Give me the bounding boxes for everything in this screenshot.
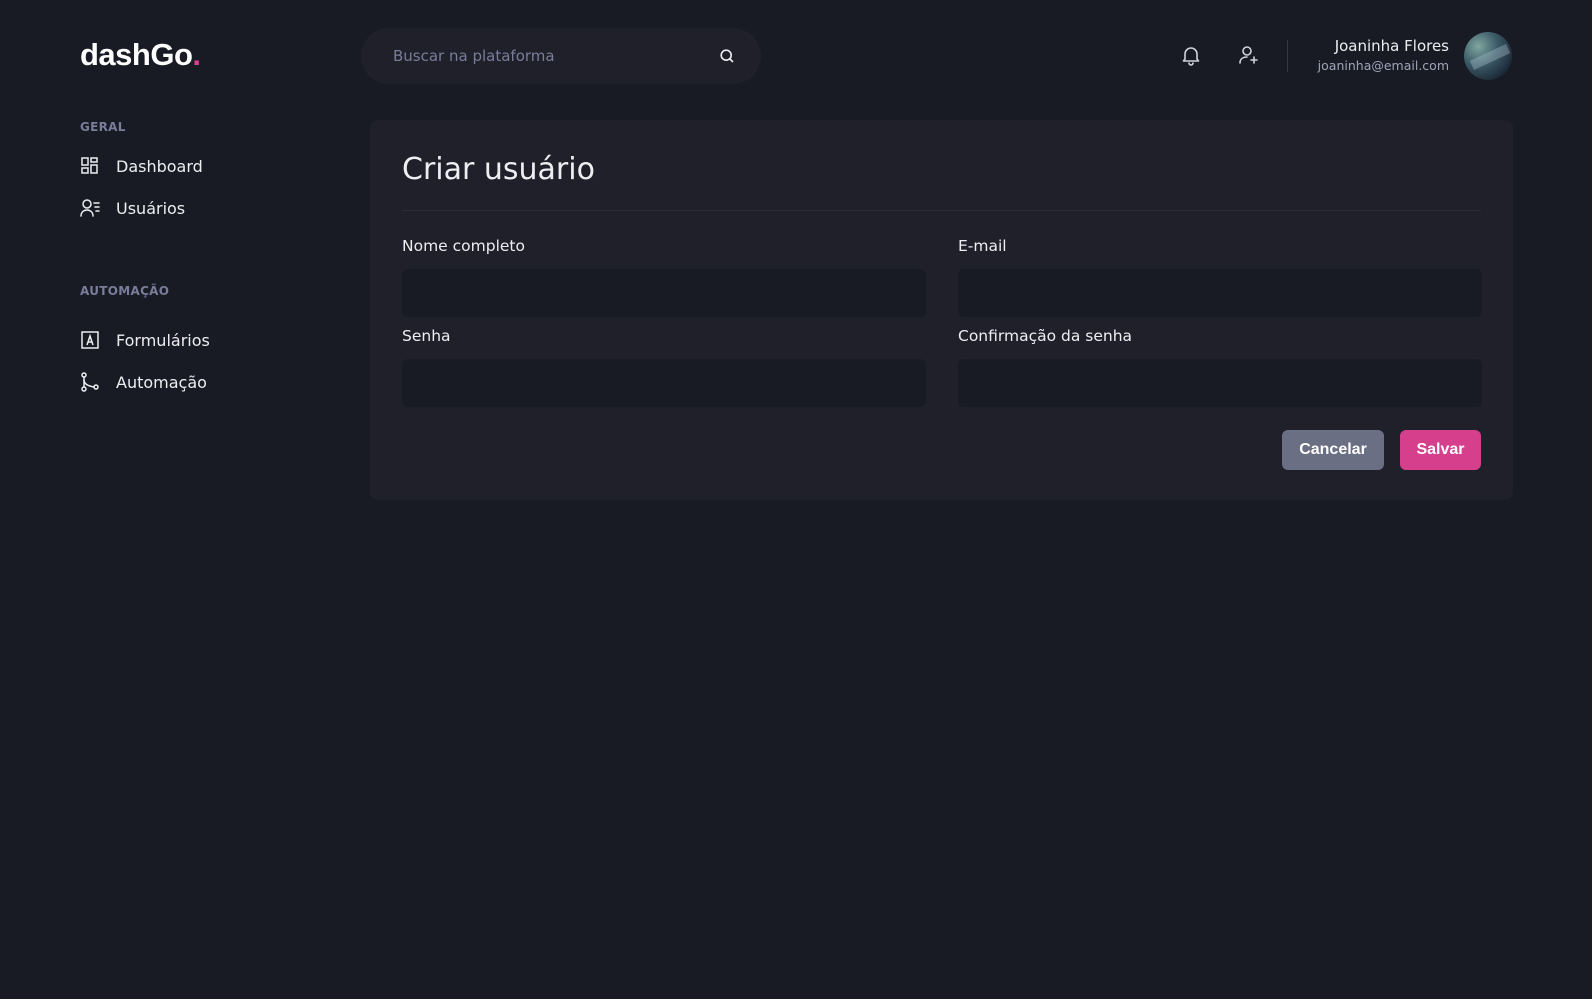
logo[interactable]: dashGo.: [80, 37, 201, 73]
sidebar-item-automation[interactable]: Automação: [80, 372, 210, 392]
sidebar-item-label: Dashboard: [116, 156, 203, 176]
password-confirm-label: Confirmação da senha: [958, 327, 1133, 345]
sidebar-item-forms[interactable]: Formulários: [80, 330, 210, 350]
sidebar-item-dashboard[interactable]: Dashboard: [80, 156, 203, 176]
sidebar-item-label: Formulários: [116, 330, 210, 350]
password-input[interactable]: [402, 359, 926, 407]
email-input[interactable]: [958, 269, 1482, 317]
page-title: Criar usuário: [402, 152, 595, 187]
search-bar[interactable]: [361, 28, 761, 84]
email-label: E-mail: [958, 237, 1007, 255]
git-merge-icon: [80, 372, 100, 392]
notifications-icon[interactable]: [1180, 44, 1202, 66]
sidebar-section-automacao: AUTOMAÇÃO Formulários Automação: [80, 284, 210, 392]
avatar[interactable]: [1464, 32, 1512, 80]
form-icon: [80, 330, 100, 350]
password-confirm-field: Confirmação da senha: [958, 327, 1482, 407]
sidebar-item-users[interactable]: Usuários: [80, 198, 203, 218]
password-label: Senha: [402, 327, 451, 345]
name-field: Nome completo: [402, 237, 926, 317]
section-title-automacao: AUTOMAÇÃO: [80, 284, 170, 298]
search-input[interactable]: [393, 47, 719, 65]
create-user-form: Nome completo E-mail Senha Confirmação d…: [402, 237, 1482, 407]
header-divider: [1287, 40, 1288, 72]
form-actions: Cancelar Salvar: [1282, 430, 1481, 470]
search-icon[interactable]: [719, 48, 735, 64]
name-input[interactable]: [402, 269, 926, 317]
password-confirm-input[interactable]: [958, 359, 1482, 407]
logo-dot: .: [192, 37, 201, 72]
user-email: joaninha@email.com: [1317, 58, 1449, 73]
sidebar-item-label: Automação: [116, 372, 207, 392]
add-user-icon[interactable]: [1238, 44, 1260, 66]
sidebar-section-geral: GERAL Dashboard Usuários: [80, 120, 203, 218]
section-title-geral: GERAL: [80, 120, 126, 134]
user-name: Joaninha Flores: [1334, 37, 1449, 55]
cancel-button[interactable]: Cancelar: [1282, 430, 1384, 470]
dashboard-icon: [80, 156, 100, 176]
title-divider: [402, 210, 1481, 211]
name-label: Nome completo: [402, 237, 525, 255]
header-actions: [1180, 44, 1260, 66]
user-profile[interactable]: Joaninha Flores joaninha@email.com: [1318, 36, 1449, 76]
sidebar-item-label: Usuários: [116, 198, 186, 218]
email-field: E-mail: [958, 237, 1482, 317]
password-field: Senha: [402, 327, 926, 407]
create-user-card: Criar usuário Nome completo E-mail Senha…: [370, 120, 1513, 500]
save-button[interactable]: Salvar: [1400, 430, 1481, 470]
users-icon: [80, 198, 100, 218]
